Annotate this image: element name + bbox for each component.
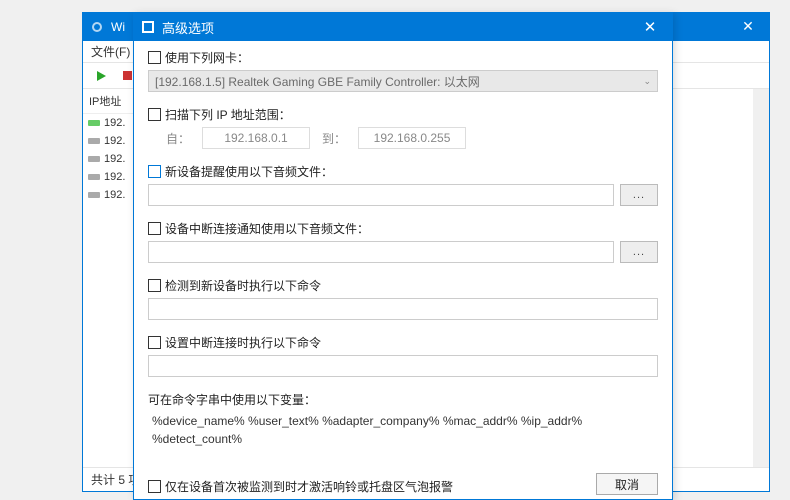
advanced-options-dialog: 高级选项 ✕ 使用下列网卡： [192.168.1.5] Realtek Gam… <box>133 12 673 500</box>
device-icon <box>87 118 101 128</box>
use-nic-checkbox[interactable] <box>148 51 161 64</box>
from-ip-input[interactable]: 192.168.0.1 <box>202 127 310 149</box>
cancel-button[interactable]: 取消 <box>596 473 658 495</box>
to-label: 到： <box>322 130 346 147</box>
scrollbar[interactable] <box>753 89 769 467</box>
parent-title: Wi <box>111 20 125 34</box>
new-device-audio-input[interactable] <box>148 184 614 206</box>
ip-row[interactable]: 192. <box>83 186 137 204</box>
device-icon <box>87 154 101 164</box>
nic-value: [192.168.1.5] Realtek Gaming GBE Family … <box>155 73 480 90</box>
ip-list-panel: IP地址 192. 192. 192. 192. 192. <box>83 89 138 467</box>
first-detect-checkbox[interactable] <box>148 480 161 493</box>
ip-row[interactable]: 192. <box>83 150 137 168</box>
new-device-cmd-checkbox[interactable] <box>148 279 161 292</box>
new-device-audio-label: 新设备提醒使用以下音频文件： <box>165 163 333 180</box>
disconnect-cmd-input[interactable] <box>148 355 658 377</box>
disconnect-audio-browse-button[interactable]: ... <box>620 241 658 263</box>
scan-range-label: 扫描下列 IP 地址范围： <box>165 106 291 123</box>
vars-text: %device_name% %user_text% %adapter_compa… <box>148 412 658 448</box>
close-button[interactable]: ✕ <box>628 13 672 41</box>
disconnect-cmd-section: 设置中断连接时执行以下命令 <box>148 334 658 377</box>
device-icon <box>87 136 101 146</box>
new-device-audio-section: 新设备提醒使用以下音频文件： ... <box>148 163 658 206</box>
disconnect-audio-label: 设备中断连接通知使用以下音频文件： <box>165 220 369 237</box>
first-detect-label: 仅在设备首次被监测到时才激活响铃或托盘区气泡报警 <box>165 478 453 495</box>
ip-row[interactable]: 192. <box>83 114 137 132</box>
disconnect-audio-input[interactable] <box>148 241 614 263</box>
ip-range-section: 扫描下列 IP 地址范围： 自： 192.168.0.1 到： 192.168.… <box>148 106 658 149</box>
app-icon <box>89 19 105 35</box>
ip-row[interactable]: 192. <box>83 132 137 150</box>
nic-select[interactable]: [192.168.1.5] Realtek Gaming GBE Family … <box>148 70 658 92</box>
vars-label: 可在命令字串中使用以下变量： <box>148 391 658 408</box>
device-icon <box>87 190 101 200</box>
dialog-title: 高级选项 <box>162 18 628 37</box>
disconnect-audio-section: 设备中断连接通知使用以下音频文件： ... <box>148 220 658 263</box>
to-ip-input[interactable]: 192.168.0.255 <box>358 127 466 149</box>
new-device-cmd-section: 检测到新设备时执行以下命令 <box>148 277 658 320</box>
new-device-audio-checkbox[interactable] <box>148 165 161 178</box>
dialog-icon <box>140 19 156 35</box>
use-nic-label: 使用下列网卡： <box>165 49 249 66</box>
play-icon[interactable] <box>91 66 111 86</box>
first-detect-row: 仅在设备首次被监测到时才激活响铃或托盘区气泡报警 <box>148 478 453 495</box>
new-device-audio-browse-button[interactable]: ... <box>620 184 658 206</box>
scan-range-checkbox[interactable] <box>148 108 161 121</box>
vars-section: 可在命令字串中使用以下变量： %device_name% %user_text%… <box>148 391 658 448</box>
dialog-titlebar[interactable]: 高级选项 ✕ <box>134 13 672 41</box>
disconnect-cmd-checkbox[interactable] <box>148 336 161 349</box>
new-device-cmd-label: 检测到新设备时执行以下命令 <box>165 277 321 294</box>
menu-file[interactable]: 文件(F) <box>91 43 130 60</box>
ip-row[interactable]: 192. <box>83 168 137 186</box>
nic-section: 使用下列网卡： [192.168.1.5] Realtek Gaming GBE… <box>148 49 658 92</box>
from-label: 自： <box>166 130 190 147</box>
new-device-cmd-input[interactable] <box>148 298 658 320</box>
parent-close-button[interactable]: ✕ <box>726 12 770 40</box>
ip-column-header[interactable]: IP地址 <box>83 89 137 114</box>
device-icon <box>87 172 101 182</box>
dialog-body: 使用下列网卡： [192.168.1.5] Realtek Gaming GBE… <box>134 41 672 499</box>
disconnect-audio-checkbox[interactable] <box>148 222 161 235</box>
disconnect-cmd-label: 设置中断连接时执行以下命令 <box>165 334 321 351</box>
chevron-down-icon: ⌄ <box>643 76 651 87</box>
